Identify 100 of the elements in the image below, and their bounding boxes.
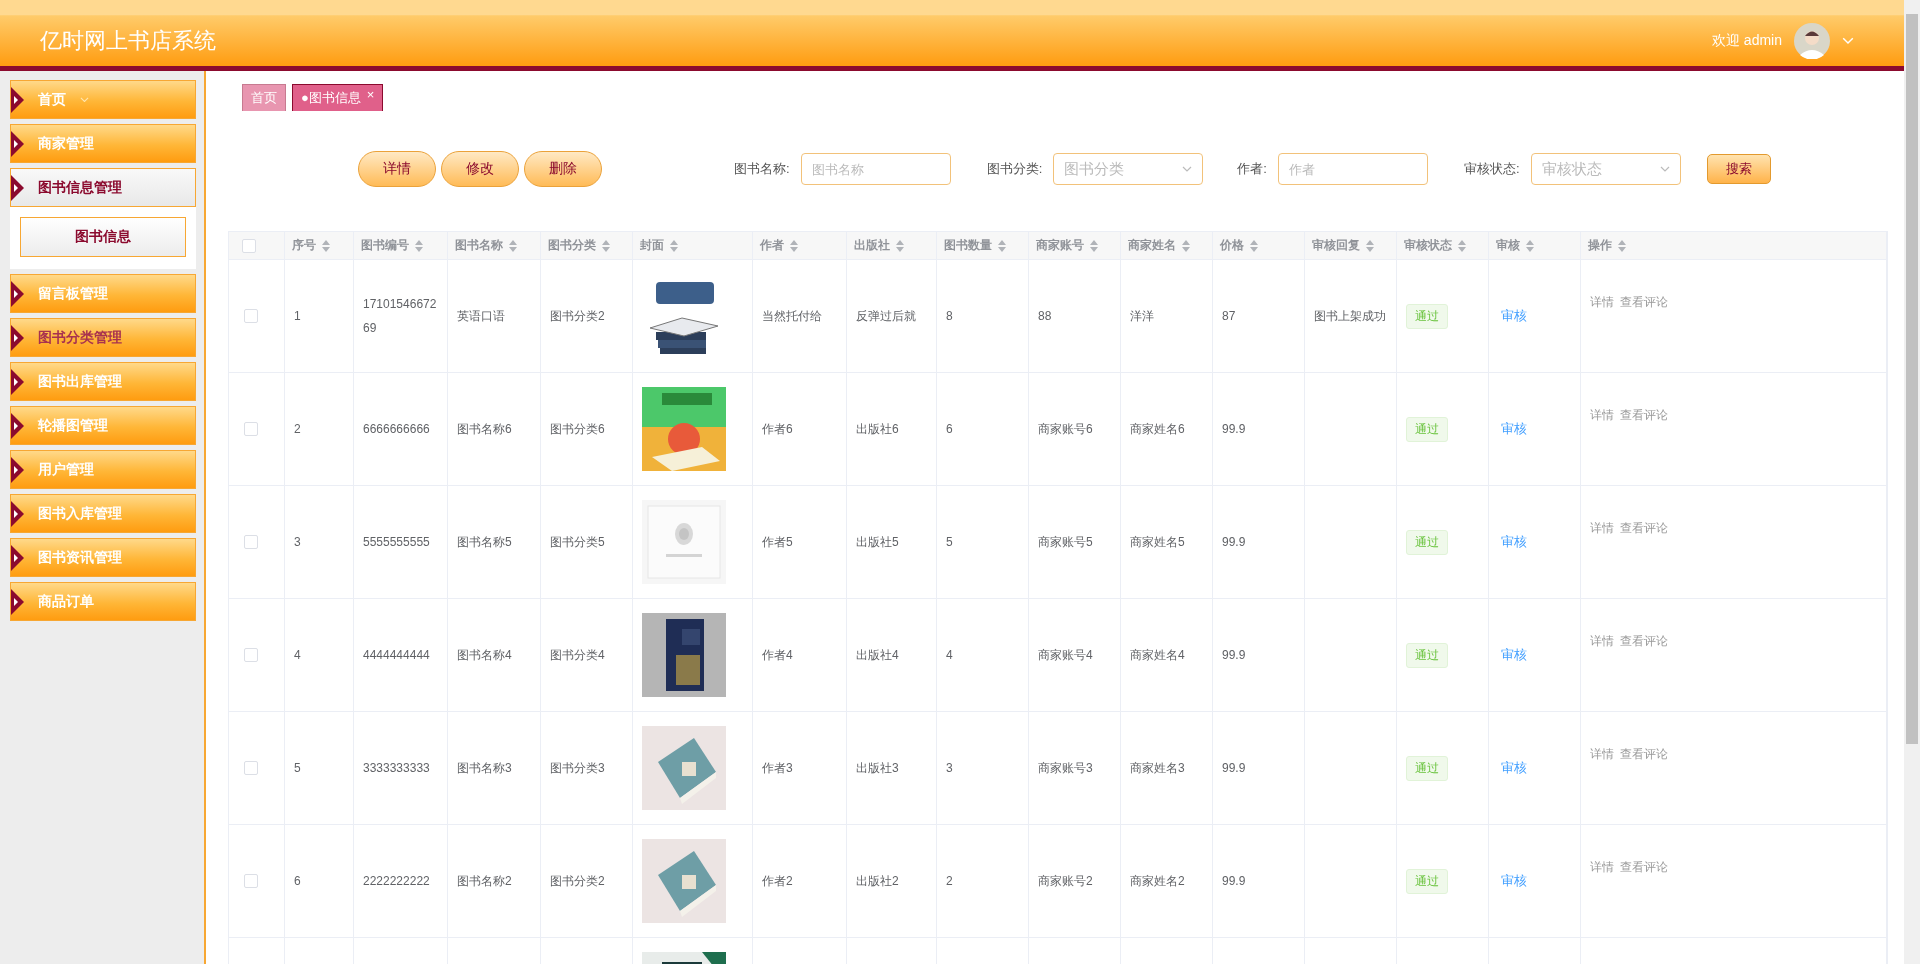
table-cell-text: 图书分类6 xyxy=(550,421,605,438)
close-icon[interactable]: × xyxy=(366,86,375,102)
search-button[interactable]: 搜索 xyxy=(1706,154,1771,184)
table-cell-text: 4444444444 xyxy=(363,647,430,664)
sort-icon[interactable] xyxy=(670,239,678,252)
sort-icon[interactable] xyxy=(1618,239,1626,252)
table-cell-text: 当然托付给 xyxy=(762,308,822,325)
status-tag: 通过 xyxy=(1406,868,1448,894)
checkbox[interactable] xyxy=(244,648,258,662)
review-link[interactable]: 审核 xyxy=(1501,759,1527,777)
checkbox[interactable] xyxy=(244,874,258,888)
table-cell-text: 图书名称3 xyxy=(457,760,512,777)
table-cell-text: 商家账号6 xyxy=(1038,421,1093,438)
review-link[interactable]: 审核 xyxy=(1501,533,1527,551)
sort-icon[interactable] xyxy=(1250,239,1258,252)
scrollbar[interactable] xyxy=(1904,0,1920,964)
table-cell-text: 出版社3 xyxy=(856,760,899,777)
action-button[interactable]: 删除 xyxy=(524,151,602,187)
triangle-icon xyxy=(11,588,24,615)
sort-icon[interactable] xyxy=(998,239,1006,252)
action-link[interactable]: 详情 xyxy=(1590,746,1614,763)
sidebar-item[interactable]: 留言板管理 xyxy=(10,274,196,313)
action-link[interactable]: 详情 xyxy=(1590,633,1614,650)
action-link[interactable]: 查看评论 xyxy=(1620,407,1668,424)
action-link[interactable]: 查看评论 xyxy=(1620,746,1668,763)
status-tag: 通过 xyxy=(1406,529,1448,555)
review-link[interactable]: 审核 xyxy=(1501,420,1527,438)
welcome-text: 欢迎 admin xyxy=(1711,32,1782,50)
sort-icon[interactable] xyxy=(1090,239,1098,252)
action-button[interactable]: 修改 xyxy=(441,151,519,187)
input-field[interactable]: 图书名称 xyxy=(800,153,951,185)
sidebar-item[interactable]: 商家管理 xyxy=(10,124,196,163)
table-cell-text: 出版社6 xyxy=(856,421,899,438)
action-link[interactable]: 查看评论 xyxy=(1620,859,1668,876)
sort-icon[interactable] xyxy=(509,239,517,252)
sidebar-item[interactable]: 图书资讯管理 xyxy=(10,538,196,577)
chevron-down-icon xyxy=(80,96,89,103)
action-link[interactable]: 查看评论 xyxy=(1620,294,1668,311)
tab[interactable]: ●图书信息 × xyxy=(292,84,384,111)
action-link[interactable]: 详情 xyxy=(1590,859,1614,876)
chevron-down-icon xyxy=(1659,166,1670,172)
column-header: 序号 xyxy=(292,237,316,254)
filter-label: 作者: xyxy=(1237,160,1267,178)
sort-icon[interactable] xyxy=(790,239,798,252)
action-link[interactable]: 查看评论 xyxy=(1620,633,1668,650)
review-link[interactable]: 审核 xyxy=(1501,872,1527,890)
action-button[interactable]: 详情 xyxy=(358,151,436,187)
checkbox[interactable] xyxy=(244,309,258,323)
chevron-down-icon xyxy=(1842,37,1854,45)
select-field[interactable]: 图书分类 xyxy=(1053,153,1204,185)
sidebar-item[interactable]: 轮播图管理 xyxy=(10,406,196,445)
input-field[interactable]: 作者 xyxy=(1277,153,1428,185)
triangle-icon xyxy=(11,174,24,201)
table-cell-text: 2 xyxy=(294,421,301,438)
checkbox[interactable] xyxy=(244,422,258,436)
sort-icon[interactable] xyxy=(1366,239,1374,252)
action-link[interactable]: 详情 xyxy=(1590,520,1614,537)
table-cell-text: 3333333333 xyxy=(363,760,430,777)
review-link[interactable]: 审核 xyxy=(1501,307,1527,325)
sidebar-item[interactable]: 图书入库管理 xyxy=(10,494,196,533)
sort-icon[interactable] xyxy=(415,239,423,252)
sort-icon[interactable] xyxy=(1458,239,1466,252)
table-cell-text: 图书分类5 xyxy=(550,534,605,551)
review-link[interactable]: 审核 xyxy=(1501,646,1527,664)
status-tag: 通过 xyxy=(1406,303,1448,329)
table-cell-text: 1710154667269 xyxy=(363,296,438,337)
chevron-down-icon xyxy=(1182,166,1193,172)
table-cell-text: 作者5 xyxy=(762,534,793,551)
avatar-icon[interactable] xyxy=(1794,23,1830,59)
checkbox[interactable] xyxy=(244,761,258,775)
table-cell-text: 99.9 xyxy=(1222,534,1246,551)
sidebar-item[interactable]: 图书分类管理 xyxy=(10,318,196,357)
table-cell-text: 图书分类3 xyxy=(550,760,605,777)
table-cell-text: 图书名称6 xyxy=(457,421,512,438)
table-cell-text: 87 xyxy=(1222,308,1236,325)
checkbox[interactable] xyxy=(244,535,258,549)
action-link[interactable]: 查看评论 xyxy=(1620,520,1668,537)
sort-icon[interactable] xyxy=(896,239,904,252)
column-header: 审核回复 xyxy=(1312,237,1360,254)
sort-icon[interactable] xyxy=(322,239,330,252)
triangle-icon xyxy=(11,368,24,395)
sort-icon[interactable] xyxy=(1526,239,1534,252)
table-cell-text: 商家账号3 xyxy=(1038,760,1093,777)
sidebar-item[interactable]: 商品订单 xyxy=(10,582,196,621)
tab[interactable]: 首页 xyxy=(242,84,286,111)
sidebar-item[interactable]: 用户管理 xyxy=(10,450,196,489)
checkbox[interactable] xyxy=(242,238,256,253)
action-link[interactable]: 详情 xyxy=(1590,294,1614,311)
sidebar-item[interactable]: 图书信息管理 xyxy=(10,168,196,207)
sidebar-item[interactable]: 首页 xyxy=(10,80,196,119)
table-cell-text: 图书名称2 xyxy=(457,873,512,890)
select-field[interactable]: 审核状态 xyxy=(1530,153,1681,185)
column-header: 图书编号 xyxy=(361,237,409,254)
app-title: 亿时网上书店系统 xyxy=(40,27,216,55)
sidebar-item[interactable]: 图书出库管理 xyxy=(10,362,196,401)
column-header: 出版社 xyxy=(854,237,890,254)
sort-icon[interactable] xyxy=(1182,239,1190,252)
sort-icon[interactable] xyxy=(602,239,610,252)
action-link[interactable]: 详情 xyxy=(1590,407,1614,424)
sidebar-subitem[interactable]: 图书信息 xyxy=(20,217,186,257)
